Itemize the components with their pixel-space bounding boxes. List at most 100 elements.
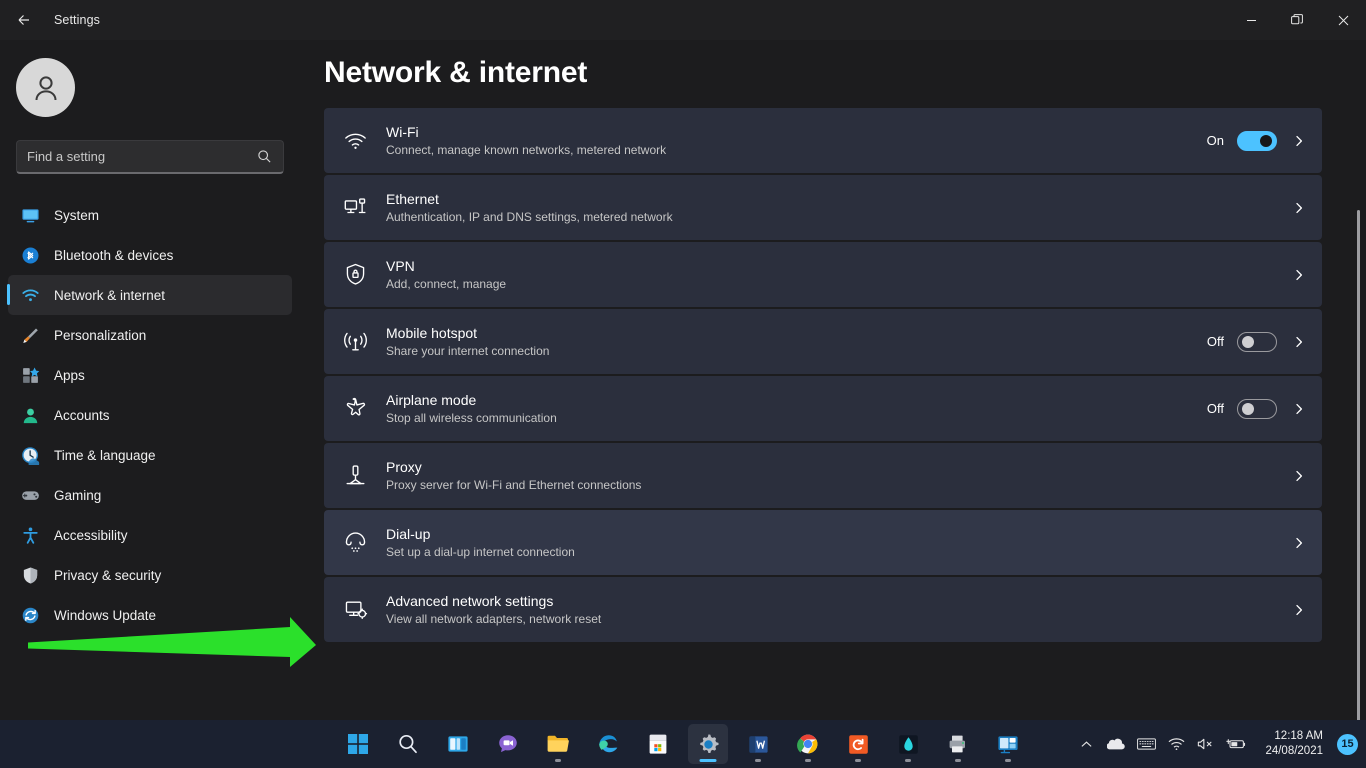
notification-badge[interactable]: 15 — [1337, 733, 1358, 755]
settings-card-ethernet[interactable]: Ethernet Authentication, IP and DNS setti… — [324, 175, 1322, 240]
chevron-right-icon[interactable] — [1290, 202, 1308, 214]
toggle-switch[interactable] — [1237, 398, 1277, 419]
running-indicator — [905, 759, 911, 762]
toggle-state-label: Off — [1206, 401, 1224, 416]
microsoft-store-button[interactable] — [638, 724, 678, 764]
sidebar-item-gaming[interactable]: Gaming — [8, 475, 292, 515]
chrome-button[interactable] — [788, 724, 828, 764]
card-text: Proxy Proxy server for Wi-Fi and Ethernet… — [386, 458, 1290, 494]
sidebar-item-label: Windows Update — [54, 607, 157, 623]
settings-card-proxy[interactable]: Proxy Proxy server for Wi-Fi and Ethernet… — [324, 443, 1322, 508]
bluetooth-icon — [20, 245, 40, 265]
window-controls — [1228, 0, 1366, 40]
arrow-left-icon — [18, 15, 29, 25]
clock-time: 12:18 AM — [1274, 730, 1323, 742]
gamepad-icon — [20, 485, 40, 505]
settings-card-advanced-network-settings[interactable]: Advanced network settings View all networ… — [324, 577, 1322, 642]
sidebar-item-network-internet[interactable]: Network & internet — [7, 275, 292, 315]
remote-desktop-button[interactable] — [988, 724, 1028, 764]
search-input[interactable] — [27, 149, 257, 164]
chevron-right-icon[interactable] — [1290, 403, 1308, 415]
sidebar-item-personalization[interactable]: Personalization — [8, 315, 292, 355]
card-title: Mobile hotspot — [386, 324, 478, 341]
apps-icon — [20, 365, 40, 385]
chevron-right-icon[interactable] — [1290, 537, 1308, 549]
accessibility-icon — [20, 525, 40, 545]
card-title: Dial-up — [386, 525, 431, 542]
settings-card-list: Wi-Fi Connect, manage known networks, met… — [324, 108, 1322, 644]
affinity-button[interactable] — [888, 724, 928, 764]
sidebar-item-label: Accessibility — [54, 527, 128, 543]
shield-icon — [20, 565, 40, 585]
printer-button[interactable] — [938, 724, 978, 764]
chevron-right-icon[interactable] — [1290, 470, 1308, 482]
search-box[interactable] — [16, 140, 284, 174]
search-button[interactable] — [388, 724, 428, 764]
file-explorer-button[interactable] — [538, 724, 578, 764]
sidebar-item-apps[interactable]: Apps — [8, 355, 292, 395]
settings-card-wi-fi[interactable]: Wi-Fi Connect, manage known networks, met… — [324, 108, 1322, 173]
taskbar: 12:18 AM 24/08/2021 15 — [0, 720, 1366, 768]
toggle-switch[interactable] — [1237, 331, 1277, 352]
sidebar-item-label: System — [54, 207, 100, 223]
toggle-state-label: Off — [1206, 334, 1224, 349]
keyboard-icon[interactable] — [1131, 727, 1161, 761]
scrollbar-thumb[interactable] — [1357, 210, 1360, 755]
recorder-button[interactable] — [838, 724, 878, 764]
back-button[interactable] — [6, 4, 42, 36]
edge-button[interactable] — [588, 724, 628, 764]
restore-button[interactable] — [1274, 0, 1320, 40]
start-button[interactable] — [338, 724, 378, 764]
wifi-icon[interactable] — [1161, 727, 1191, 761]
clock[interactable]: 12:18 AM 24/08/2021 — [1251, 725, 1331, 763]
card-title: Airplane mode — [386, 391, 477, 408]
sidebar-item-privacy-security[interactable]: Privacy & security — [8, 555, 292, 595]
settings-button[interactable] — [688, 724, 728, 764]
sidebar-item-bluetooth-devices[interactable]: Bluetooth & devices — [8, 235, 292, 275]
word-button[interactable] — [738, 724, 778, 764]
show-hidden-icons-icon[interactable] — [1071, 727, 1101, 761]
close-button[interactable] — [1320, 0, 1366, 40]
person-icon — [20, 405, 40, 425]
restore-icon — [1291, 14, 1303, 25]
card-title: Wi-Fi — [386, 123, 419, 140]
card-title: Proxy — [386, 458, 422, 475]
sidebar-item-accessibility[interactable]: Accessibility — [8, 515, 292, 555]
chevron-right-icon[interactable] — [1290, 336, 1308, 348]
settings-card-vpn[interactable]: VPN Add, connect, manage — [324, 242, 1322, 307]
running-indicator — [699, 759, 717, 762]
avatar[interactable] — [16, 58, 75, 117]
settings-card-mobile-hotspot[interactable]: Mobile hotspot Share your internet connec… — [324, 309, 1322, 374]
settings-card-airplane-mode[interactable]: Airplane mode Stop all wireless communica… — [324, 376, 1322, 441]
settings-card-dial-up[interactable]: Dial-up Set up a dial-up internet connect… — [324, 510, 1322, 575]
card-controls: Off — [1206, 398, 1308, 419]
card-controls — [1290, 269, 1308, 281]
sidebar-item-label: Apps — [54, 367, 85, 383]
close-icon — [1338, 15, 1348, 25]
toggle-switch[interactable] — [1237, 130, 1277, 151]
sidebar-item-system[interactable]: System — [8, 195, 292, 235]
sidebar-item-windows-update[interactable]: Windows Update — [8, 595, 292, 635]
running-indicator — [1005, 759, 1011, 762]
running-indicator — [555, 759, 561, 762]
task-view-button[interactable] — [438, 724, 478, 764]
chat-button[interactable] — [488, 724, 528, 764]
vpn-shield-icon — [340, 260, 370, 290]
advanced-network-icon — [340, 595, 370, 625]
running-indicator — [955, 759, 961, 762]
onedrive-icon[interactable] — [1101, 727, 1131, 761]
card-text: Advanced network settings View all networ… — [386, 592, 1290, 628]
chevron-right-icon[interactable] — [1290, 269, 1308, 281]
sidebar-item-label: Personalization — [54, 327, 147, 343]
volume-muted-icon[interactable] — [1191, 727, 1221, 761]
card-controls — [1290, 202, 1308, 214]
card-title: Ethernet — [386, 190, 439, 207]
card-controls: On — [1207, 130, 1308, 151]
chevron-right-icon[interactable] — [1290, 135, 1308, 147]
sidebar-item-time-language[interactable]: Time & language — [8, 435, 292, 475]
battery-charging-icon[interactable] — [1221, 727, 1251, 761]
chevron-right-icon[interactable] — [1290, 604, 1308, 616]
wifi-icon — [20, 285, 40, 305]
minimize-button[interactable] — [1228, 0, 1274, 40]
sidebar-item-accounts[interactable]: Accounts — [8, 395, 292, 435]
